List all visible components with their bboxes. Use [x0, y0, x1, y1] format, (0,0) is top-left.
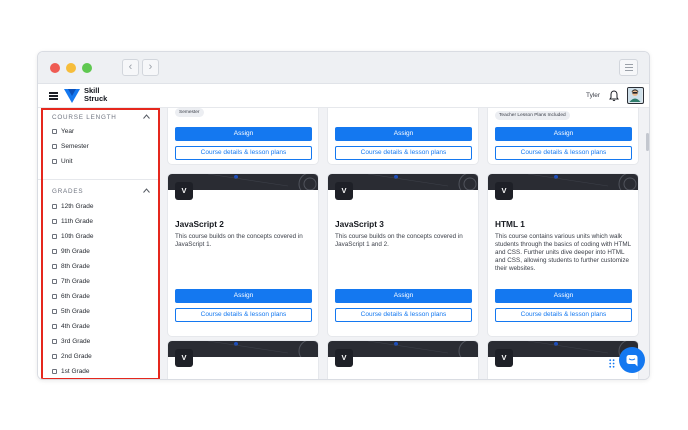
close-window-button[interactable] [50, 63, 60, 73]
avatar[interactable] [627, 87, 644, 104]
logo-icon [64, 89, 80, 103]
course-grid: Semester Assign Course details & lesson … [160, 108, 649, 379]
window-titlebar: ‹ › [38, 52, 649, 84]
course-card: V JavaScript 2 This course builds on the… [168, 174, 318, 336]
course-badge: V [175, 182, 193, 200]
assign-button[interactable]: Assign [495, 289, 632, 303]
course-badge: V [495, 182, 513, 200]
course-card: V JavaScript 3 This course builds on the… [328, 174, 478, 336]
logo-text: Skill Struck [84, 87, 107, 103]
minimize-window-button[interactable] [66, 63, 76, 73]
assign-button[interactable]: Assign [175, 127, 312, 141]
bell-icon[interactable] [609, 90, 619, 102]
back-button[interactable]: ‹ [122, 59, 139, 76]
length-tag: Semester [175, 108, 204, 117]
window-menu-button[interactable] [619, 59, 638, 76]
course-title: JavaScript 3 [335, 219, 384, 229]
course-card: V [328, 341, 478, 379]
logo-line-2: Struck [84, 94, 108, 103]
course-title: JavaScript 2 [175, 219, 224, 229]
course-badge: V [335, 182, 353, 200]
course-details-button[interactable]: Course details & lesson plans [335, 308, 472, 322]
course-title: HTML 1 [495, 219, 525, 229]
course-card: Assign Course details & lesson plans [328, 108, 478, 164]
chat-button[interactable] [619, 347, 645, 373]
forward-button[interactable]: › [142, 59, 159, 76]
user-name[interactable]: Tyler [586, 92, 600, 99]
assign-button[interactable]: Assign [175, 289, 312, 303]
course-badge: V [175, 349, 193, 367]
course-card: V [168, 341, 318, 379]
course-card: Teacher Lesson Plans Included Assign Cou… [488, 108, 638, 164]
grid-icon[interactable] [609, 359, 615, 368]
course-details-button[interactable]: Course details & lesson plans [495, 146, 632, 160]
course-details-button[interactable]: Course details & lesson plans [175, 146, 312, 160]
course-card: V HTML 1 This course contains various un… [488, 174, 638, 336]
scrollbar[interactable] [645, 108, 649, 379]
course-description: This course builds on the concepts cover… [175, 233, 303, 248]
avatar-image [628, 88, 642, 102]
course-badge: V [495, 349, 513, 367]
menu-icon[interactable] [49, 92, 58, 100]
app-header: Skill Struck Tyler [38, 84, 649, 108]
course-badge: V [335, 349, 353, 367]
browser-window: ‹ › Skill Struck Tyler COURSE LENGTH Yea… [37, 51, 650, 380]
maximize-window-button[interactable] [82, 63, 92, 73]
course-details-button[interactable]: Course details & lesson plans [175, 308, 312, 322]
course-description: This course contains various units which… [495, 233, 631, 272]
course-card: V [488, 341, 638, 379]
course-details-button[interactable]: Course details & lesson plans [495, 308, 632, 322]
scrollbar-thumb[interactable] [646, 133, 649, 151]
chat-icon [626, 355, 638, 367]
assign-button[interactable]: Assign [335, 289, 472, 303]
course-description: This course builds on the concepts cover… [335, 233, 463, 248]
sidebar-highlight-box [41, 108, 160, 379]
assign-button[interactable]: Assign [495, 127, 632, 141]
course-card: Semester Assign Course details & lesson … [168, 108, 318, 164]
assign-button[interactable]: Assign [335, 127, 472, 141]
course-details-button[interactable]: Course details & lesson plans [335, 146, 472, 160]
lesson-plans-tag: Teacher Lesson Plans Included [495, 111, 570, 120]
